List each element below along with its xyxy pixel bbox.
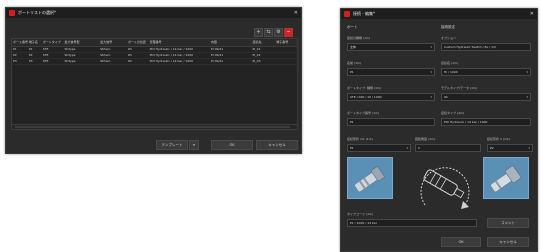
connection-type-input[interactable]: POI Hydraulic / 14 bar / 1000 <box>441 118 531 126</box>
field-label: ポートタイプ番号 (1/1) <box>347 111 380 115</box>
table-cell <box>275 59 297 64</box>
table-cell <box>275 47 297 52</box>
port-table: ポート番号 端子名 ポートタイプ 最大信号型 最大信号 ポートの位置 管理番号 … <box>11 38 298 130</box>
rotation-input[interactable]: 0 <box>415 144 481 152</box>
settings-icon[interactable]: ⚙ <box>274 28 283 37</box>
type-code-label: タイプコード (1/1) <box>347 212 374 216</box>
fitting-preview-right <box>483 157 529 199</box>
field-label: オプション <box>441 36 457 40</box>
table-header: ポート番号 端子名 ポートタイプ 最大信号型 最大信号 ポートの位置 管理番号 … <box>12 39 297 47</box>
table-cell: P2 <box>13 53 17 57</box>
column-header[interactable]: 管理番号 <box>149 39 210 46</box>
table-cell: STE <box>42 59 49 63</box>
table-cell: P2 <box>28 53 33 57</box>
field-label: 接続名 (1/1) <box>441 61 459 65</box>
port-list-dialog: ポートリストの選択* ✕ + ⇆ ⚙ − ポート番号 端子名 ポートタイプ 最大… <box>5 7 302 154</box>
shape-1-select[interactable]: P1 <box>347 144 411 152</box>
title-bar: ポートリストの選択* ✕ <box>6 8 301 18</box>
preview-label-left: 接続形状 1/1 (1/1) <box>347 137 373 141</box>
preview-label-mid: 回転角度 (1/1) <box>415 137 436 141</box>
option-input[interactable]: Custom Hydraulic Switch / 8x / 1/2 <box>441 43 531 51</box>
ok-button[interactable]: OK <box>441 237 481 247</box>
column-header[interactable]: ポートの位置 <box>127 39 149 46</box>
preview-label-right: 接続形状 2 (1/1) <box>487 137 510 141</box>
column-header[interactable]: 内容 <box>210 39 252 46</box>
table-cell: Strtype <box>64 47 76 51</box>
model-type-select[interactable]: Wi <box>441 93 531 101</box>
table-cell: PI 09/21 <box>210 47 224 51</box>
port-section-title: ポート <box>347 25 358 29</box>
field-label: 接続タイプ (1/1) <box>441 111 465 115</box>
window-title: 接続 - 編集* <box>353 11 375 16</box>
name-select[interactable]: P1 <box>347 68 435 76</box>
scrollbar-thumb[interactable] <box>15 126 290 128</box>
column-header[interactable]: 接続先 <box>251 39 275 46</box>
table-cell: P1 <box>28 47 33 51</box>
column-header[interactable]: 最大信号 <box>99 39 127 46</box>
ok-button[interactable]: OK <box>211 140 253 150</box>
type-code-input[interactable]: P1 / 1000 / 14 bar <box>347 219 477 227</box>
connection-edit-dialog: 接続 - 編集* ✕ ポート 接続設定 接続の種類 (1/1) 全体 名前 (1… <box>340 8 538 252</box>
table-row[interactable]: P3 P3 STE Strtype Strtem Wi POI Hydrauli… <box>12 59 297 65</box>
table-cell: POI Hydraulic / 14 bar / 1000 <box>149 59 194 63</box>
cancel-button[interactable]: キャンセル <box>487 237 529 247</box>
table-cell: POI Hydraulic / 14 bar / 1000 <box>149 53 194 57</box>
port-type-select[interactable]: STE / 000 / 10 / 1000 <box>347 93 435 101</box>
table-cell: Wi <box>127 59 132 63</box>
fitting-preview-left <box>347 157 393 199</box>
app-icon <box>344 11 350 17</box>
window-title: ポートリストの選択* <box>18 10 56 15</box>
table-cell: Strtem <box>100 53 111 57</box>
horizontal-scrollbar[interactable] <box>12 124 297 129</box>
connection-kind-select[interactable]: 全体 <box>347 43 435 51</box>
table-cell: STE <box>42 47 49 51</box>
table-cell: Strtype <box>64 59 76 63</box>
connection-section-title: 接続設定 <box>441 25 455 29</box>
table-cell: PI 09/21 <box>210 53 224 57</box>
table-cell: STE <box>42 53 49 57</box>
table-cell: PI_03 <box>252 59 261 63</box>
table-cell: Wi <box>127 47 132 51</box>
column-header[interactable]: 端子名 <box>28 39 42 46</box>
rotation-diagram <box>420 167 470 209</box>
field-label: 名前 (1/1) <box>347 61 362 65</box>
column-header[interactable]: ポート番号 <box>12 39 28 46</box>
table-cell: P1 <box>13 47 17 51</box>
column-header[interactable]: 端子番号 <box>275 39 297 46</box>
table-cell: Strtype <box>64 53 76 57</box>
fitting-icon <box>490 165 521 192</box>
table-cell: P3 <box>28 59 33 63</box>
add-button[interactable]: + <box>254 28 263 37</box>
table-cell: Strtem <box>100 59 111 63</box>
save-template-button[interactable]: テンプレート <box>156 140 188 150</box>
port-type-number-input[interactable]: P1 <box>347 118 435 126</box>
field-label: 接続の種類 (1/1) <box>347 36 371 40</box>
shape-2-select[interactable]: P2 <box>487 144 533 152</box>
fitting-icon <box>354 166 385 192</box>
save-dropdown-button[interactable]: ▾ <box>189 140 199 150</box>
table-cell: PI_02 <box>252 53 261 57</box>
table-cell: P3 <box>13 59 17 63</box>
field-label: ポートタイプ: 種類 (1/1) <box>347 86 382 90</box>
table-cell: Strtem <box>100 47 111 51</box>
copy-button[interactable]: ⇆ <box>264 28 273 37</box>
cancel-button[interactable]: キャンセル <box>256 140 298 150</box>
table-cell <box>275 53 297 58</box>
title-bar: 接続 - 編集* ✕ <box>341 9 537 19</box>
close-icon[interactable]: ✕ <box>530 11 534 17</box>
column-header[interactable]: 最大信号型 <box>63 39 99 46</box>
connection-name-select[interactable]: Hi / 1000 <box>441 68 531 76</box>
table-cell: POI Hydraulic / 14 bar / 1000 <box>149 47 194 51</box>
remove-button[interactable]: − <box>284 28 293 37</box>
app-icon <box>9 10 15 16</box>
comment-button[interactable]: コメント <box>487 218 529 228</box>
field-label: モデルタイプ/データ (1/1) <box>441 86 478 90</box>
column-header[interactable]: ポートタイプ <box>42 39 64 46</box>
close-icon[interactable]: ✕ <box>294 10 298 16</box>
table-cell: PI 09/21 <box>210 59 224 63</box>
table-cell: PI_01 <box>252 47 261 51</box>
table-cell: Wi <box>127 53 132 57</box>
